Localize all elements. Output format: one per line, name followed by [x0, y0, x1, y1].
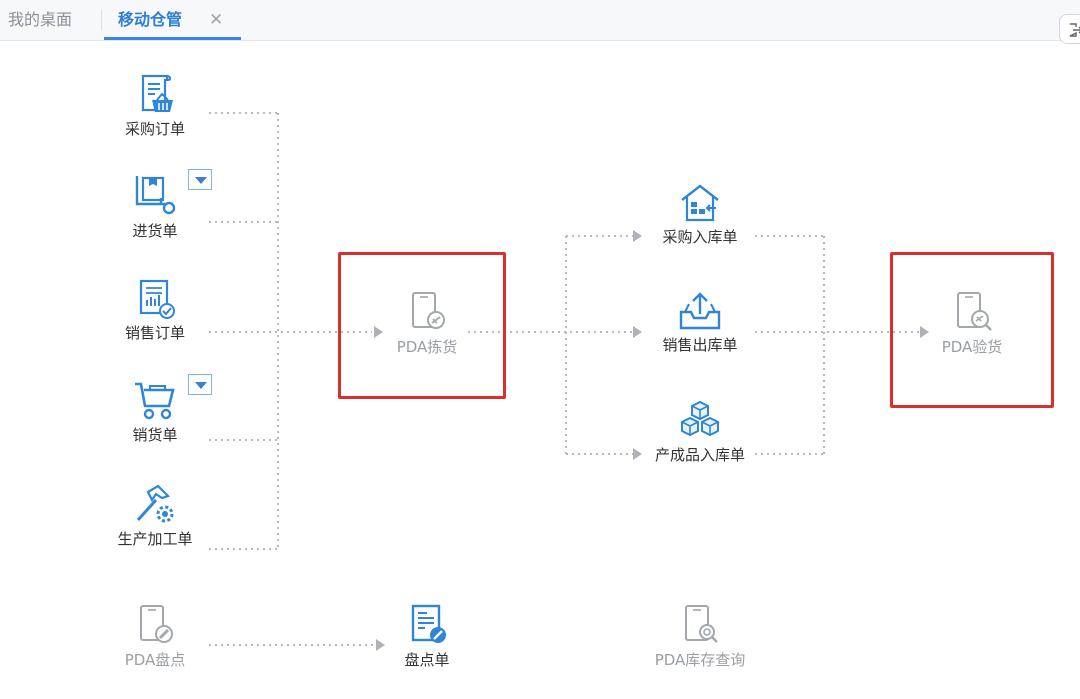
boxes-icon	[681, 400, 719, 437]
pda-inspect-icon	[957, 292, 992, 331]
node-sales-order[interactable]: 销售订单	[105, 278, 205, 343]
node-sales-outbound[interactable]: 销售出库单	[640, 290, 760, 355]
stocktake-sheet-icon	[411, 604, 446, 643]
pda-picking-icon	[412, 292, 445, 329]
tray-out-icon	[679, 292, 721, 330]
pda-search-icon	[685, 605, 718, 643]
receiving-cart-icon	[135, 176, 176, 215]
node-stocktake-sheet[interactable]: 盘点单	[380, 603, 474, 670]
sales-order-icon	[139, 279, 175, 319]
node-production-order-label: 生产加工单	[117, 530, 193, 548]
node-finished-goods-inbound-label: 产成品入库单	[654, 446, 745, 464]
node-purchase-order-label: 采购订单	[124, 120, 185, 138]
sales-note-dropdown[interactable]	[188, 374, 212, 395]
purchase-order-icon	[141, 74, 173, 112]
receiving-note-dropdown[interactable]	[188, 169, 212, 190]
node-pda-picking-label: PDA拣货	[396, 338, 458, 356]
warehouse-in-icon	[681, 184, 719, 222]
pda-stocktake-icon	[140, 605, 173, 643]
node-purchase-inbound-label: 采购入库单	[662, 228, 738, 246]
node-purchase-inbound[interactable]: 采购入库单	[640, 182, 760, 247]
node-purchase-order[interactable]: 采购订单	[105, 72, 205, 139]
node-production-order[interactable]: 生产加工单	[105, 482, 205, 549]
shopping-cart-icon	[135, 382, 175, 420]
node-sales-note-label: 销货单	[132, 426, 178, 444]
node-sales-order-label: 销售订单	[124, 324, 185, 342]
node-sales-outbound-label: 销售出库单	[662, 336, 738, 354]
node-pda-inspection[interactable]: PDA验货	[917, 290, 1027, 357]
node-pda-inventory-query[interactable]: PDA库存查询	[640, 603, 760, 670]
node-finished-goods-inbound[interactable]: 产成品入库单	[640, 398, 760, 465]
node-pda-stocktake-label: PDA盘点	[124, 651, 186, 669]
node-pda-inspection-label: PDA验货	[941, 338, 1003, 356]
node-pda-stocktake[interactable]: PDA盘点	[103, 603, 207, 670]
hammer-gear-icon	[136, 484, 174, 523]
node-pda-picking[interactable]: PDA拣货	[372, 290, 482, 357]
node-pda-inventory-query-label: PDA库存查询	[654, 651, 746, 669]
node-stocktake-sheet-label: 盘点单	[404, 651, 450, 669]
node-receiving-note-label: 进货单	[132, 222, 178, 240]
